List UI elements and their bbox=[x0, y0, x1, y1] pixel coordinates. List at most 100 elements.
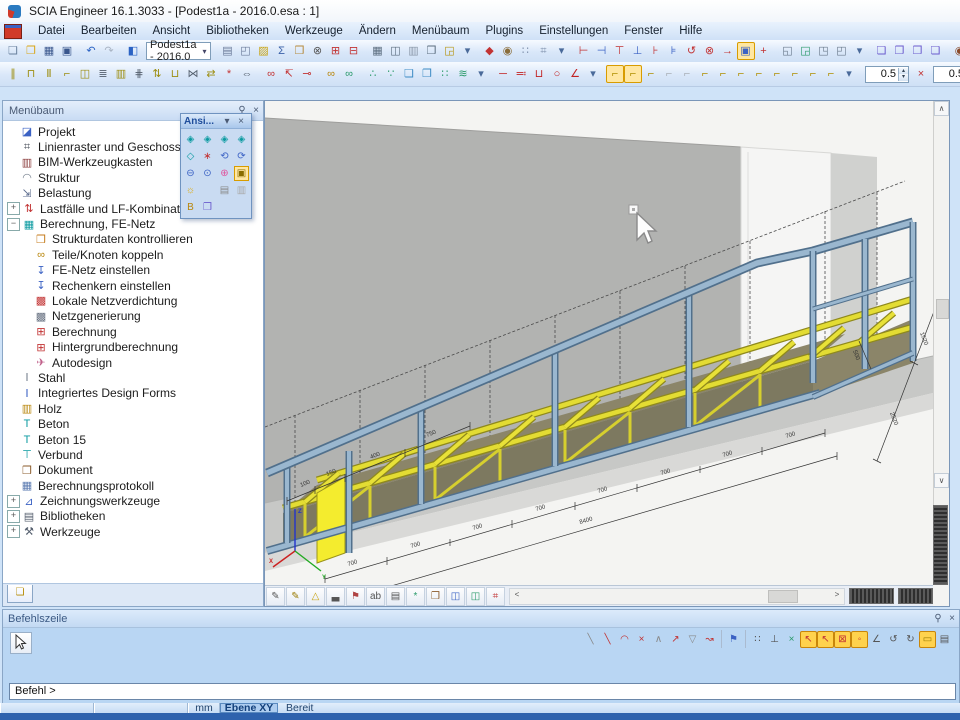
tree-expander[interactable] bbox=[21, 295, 32, 306]
render-cube-icon[interactable]: ❒ bbox=[200, 200, 215, 215]
new-rib-icon[interactable]: ⋕ bbox=[130, 65, 148, 83]
activity-icon[interactable]: ◆ bbox=[481, 42, 499, 60]
link-icon[interactable]: ∞ bbox=[322, 65, 340, 83]
new-window-icon[interactable]: ❏ bbox=[873, 42, 891, 60]
visibility-icon[interactable]: ◉ bbox=[951, 42, 960, 60]
menu-bearbeiten[interactable]: Bearbeiten bbox=[73, 23, 145, 39]
open-project-icon[interactable]: ❐ bbox=[22, 42, 40, 60]
layers-icon[interactable]: ▨ bbox=[255, 42, 273, 60]
snap-only-nodes-icon[interactable]: × bbox=[783, 631, 800, 648]
menu-datei[interactable]: Datei bbox=[30, 23, 73, 39]
command-input[interactable]: Befehl > bbox=[9, 683, 956, 700]
tree-autodesign[interactable]: ✈ Autodesign bbox=[3, 355, 263, 370]
load-panel-6-icon[interactable]: ⌐ bbox=[696, 65, 714, 83]
menu-ansicht[interactable]: Ansicht bbox=[144, 23, 198, 39]
load-panel-3-icon[interactable]: ⌐ bbox=[642, 65, 660, 83]
tree-stahl[interactable]: Ⅰ Stahl bbox=[3, 370, 263, 385]
document-icon[interactable]: ❒ bbox=[423, 42, 441, 60]
zoom-window-icon[interactable]: ▣ bbox=[234, 166, 249, 181]
view-iso-1-icon[interactable]: ◈ bbox=[183, 132, 198, 147]
tree-expander[interactable]: − bbox=[7, 218, 20, 231]
render-box-icon[interactable]: ◰ bbox=[237, 42, 255, 60]
load-panel-8-icon[interactable]: ⌐ bbox=[732, 65, 750, 83]
units-icon[interactable]: ▤ bbox=[219, 42, 237, 60]
light-icon[interactable]: ☼ bbox=[183, 183, 198, 198]
snap-endpoints-icon[interactable]: ↖ bbox=[800, 631, 817, 648]
edit-pencil-icon[interactable]: ✎ bbox=[266, 587, 285, 606]
tree-dokument[interactable]: ❒ Dokument bbox=[3, 463, 263, 478]
new-wall-icon[interactable]: ▥ bbox=[112, 65, 130, 83]
image-export-icon[interactable]: ▤ bbox=[217, 183, 232, 198]
grid-settings-icon[interactable]: ⌗ bbox=[486, 587, 505, 606]
tree-expander[interactable] bbox=[21, 357, 32, 368]
snap-orthogonal-icon[interactable]: ∠ bbox=[868, 631, 885, 648]
tree-netzgenerierung[interactable]: ▩ Netzgenerierung bbox=[3, 309, 263, 324]
menu-aendern[interactable]: Ändern bbox=[351, 23, 404, 39]
levels-icon[interactable]: ▃ bbox=[326, 587, 345, 606]
tree-expander[interactable] bbox=[7, 434, 18, 445]
copy-multi-icon[interactable]: ∴ bbox=[364, 65, 382, 83]
viewport-hscrollbar[interactable]: < > bbox=[509, 588, 845, 605]
move-point-icon[interactable]: ↗ bbox=[667, 631, 684, 648]
tree-expander[interactable] bbox=[7, 388, 18, 399]
new-cross-beam-icon[interactable]: Ⅱ bbox=[40, 65, 58, 83]
tree-expander[interactable] bbox=[7, 172, 18, 183]
scroll-down-icon[interactable]: ∨ bbox=[934, 473, 949, 488]
zoom-out-icon[interactable]: ⊖ bbox=[183, 166, 198, 181]
gallery-book-icon[interactable]: ❒ bbox=[426, 587, 445, 606]
search-doc-icon[interactable]: ◉ bbox=[499, 42, 517, 60]
view-params-2-icon[interactable]: ◫ bbox=[466, 587, 485, 606]
flags-icon[interactable]: ⚑ bbox=[346, 587, 365, 606]
line-tool-icon[interactable]: ╲ bbox=[582, 631, 599, 648]
vscroll-thumb[interactable] bbox=[936, 299, 949, 319]
spinner-buttons[interactable]: ▴▾ bbox=[898, 68, 908, 81]
overflow-icon[interactable]: ▾ bbox=[472, 65, 490, 83]
select-prop-icon[interactable]: ⊧ bbox=[665, 42, 683, 60]
swap-members-icon[interactable]: ⇄ bbox=[202, 65, 220, 83]
tree-expander[interactable] bbox=[21, 234, 32, 245]
zoom-selection-icon[interactable]: ⊕ bbox=[217, 166, 232, 181]
stretch-icon[interactable]: ⇔ bbox=[238, 65, 256, 83]
draw-angle-icon[interactable]: ∠ bbox=[566, 65, 584, 83]
tree-expander[interactable]: + bbox=[7, 495, 20, 508]
tree-expander[interactable] bbox=[7, 157, 18, 168]
select-poly-icon[interactable]: ⊤ bbox=[611, 42, 629, 60]
new-beam-icon[interactable]: ∥ bbox=[4, 65, 22, 83]
tree-hintergrundberechnung[interactable]: ⊞ Hintergrundberechnung bbox=[3, 339, 263, 354]
snap-point-raster-icon[interactable]: ∷ bbox=[749, 631, 766, 648]
close-window-icon[interactable]: ❏ bbox=[927, 42, 945, 60]
formula-icon[interactable]: Σ bbox=[273, 42, 291, 60]
tree-beton[interactable]: T Beton bbox=[3, 416, 263, 431]
draw-line-icon[interactable]: ─ bbox=[494, 65, 512, 83]
snap-intersections-icon[interactable]: ⊠ bbox=[834, 631, 851, 648]
tree-expander[interactable] bbox=[7, 403, 18, 414]
array-icon[interactable]: ∷ bbox=[436, 65, 454, 83]
hscroll-thumb[interactable] bbox=[768, 590, 798, 603]
selection-cursor-button[interactable] bbox=[10, 632, 32, 654]
select-previous-icon[interactable]: ↺ bbox=[683, 42, 701, 60]
redo-icon[interactable]: ↷ bbox=[100, 42, 118, 60]
new-column-icon[interactable]: ⊓ bbox=[22, 65, 40, 83]
new-truss-icon[interactable]: ⋈ bbox=[184, 65, 202, 83]
viewport-canvas[interactable]: 700 700 700 700 700 700 700 700 8400 100… bbox=[265, 101, 933, 585]
scroll-up-icon[interactable]: ∧ bbox=[934, 101, 949, 116]
menu-plugins[interactable]: Plugins bbox=[477, 23, 531, 39]
menu-hilfe[interactable]: Hilfe bbox=[671, 23, 710, 39]
edit-pencil-2-icon[interactable]: ✎ bbox=[286, 587, 305, 606]
minimized-window-bar-2[interactable] bbox=[898, 588, 933, 604]
tree-berechnungsprotokoll[interactable]: ▦ Berechnungsprotokoll bbox=[3, 478, 263, 493]
zoom-all-icon[interactable]: ⊙ bbox=[200, 166, 215, 181]
select-cross-icon[interactable]: + bbox=[755, 42, 773, 60]
load-panel-9-icon[interactable]: ⌐ bbox=[750, 65, 768, 83]
mesh-view-icon[interactable]: * bbox=[406, 587, 425, 606]
tree-zeichnungswerkzeuge[interactable]: + ⊿ Zeichnungswerkzeuge bbox=[3, 493, 263, 508]
tree-expander[interactable] bbox=[7, 372, 18, 383]
dot-raster-icon[interactable]: ∷ bbox=[517, 42, 535, 60]
scroll-right-icon[interactable]: > bbox=[830, 589, 844, 602]
new-project-icon[interactable]: ❏ bbox=[4, 42, 22, 60]
palette-separator[interactable] bbox=[200, 183, 215, 198]
load-panel-5-icon[interactable]: ⌐ bbox=[678, 65, 696, 83]
results-frame-icon[interactable]: ⊟ bbox=[345, 42, 363, 60]
tree-expander[interactable] bbox=[21, 249, 32, 260]
tree-expander[interactable] bbox=[7, 465, 18, 476]
